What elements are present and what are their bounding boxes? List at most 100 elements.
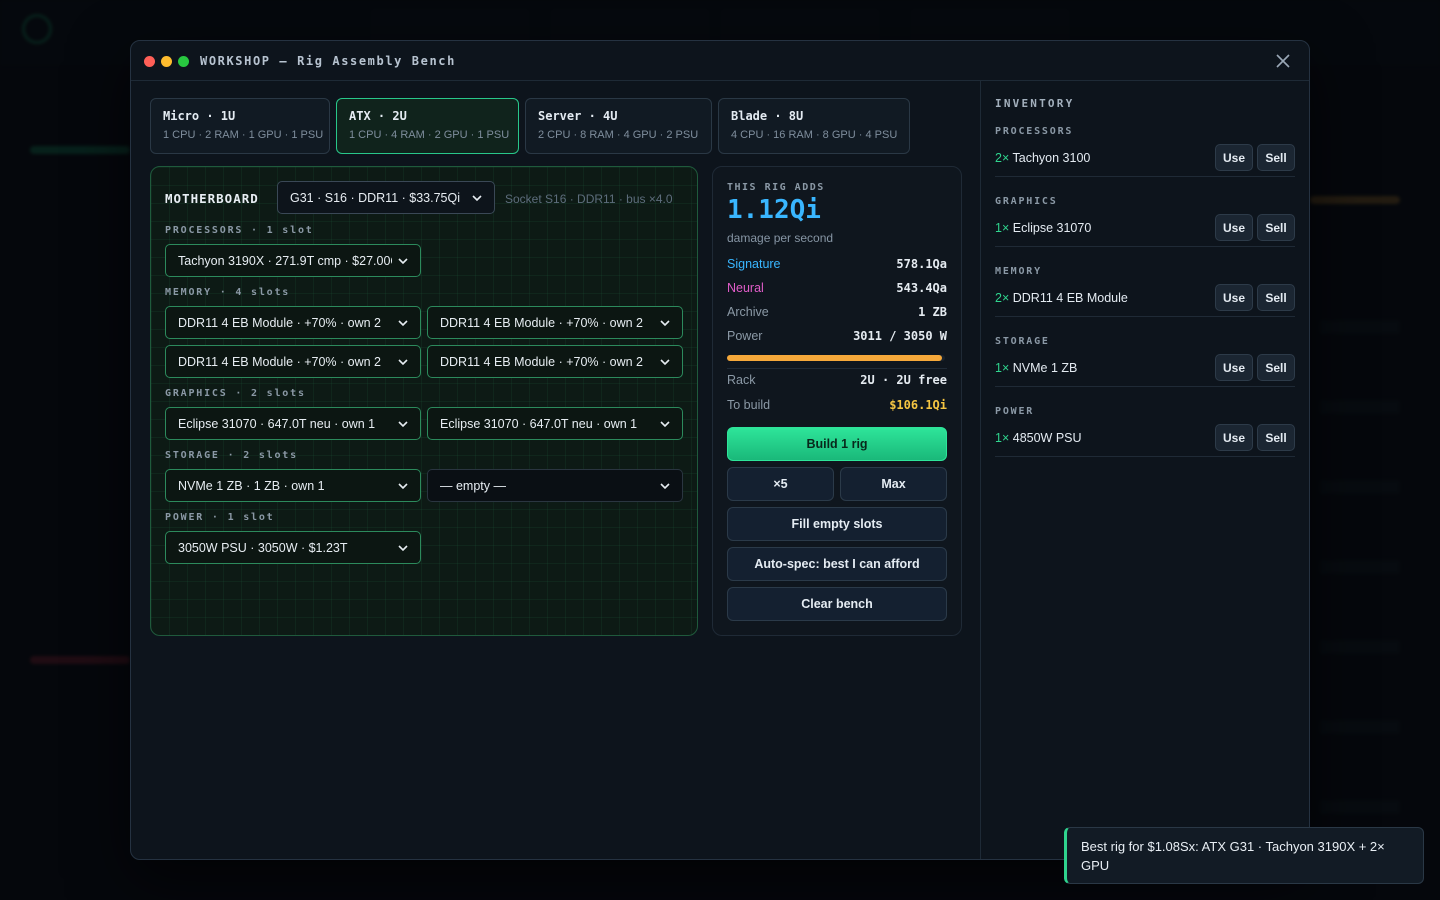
divider xyxy=(995,456,1295,457)
stat-label: Neural xyxy=(727,281,764,295)
window-minimize-dot[interactable] xyxy=(161,56,172,67)
use-button[interactable]: Use xyxy=(1215,144,1253,171)
inventory-item: 1× NVMe 1 ZB xyxy=(995,361,1077,375)
tab-name: Server · 4U xyxy=(538,109,618,123)
use-button[interactable]: Use xyxy=(1215,424,1253,451)
memory-slot-select[interactable]: DDR11 4 EB Module · +70% · own 2 xyxy=(165,345,421,378)
item-count: 1× xyxy=(995,221,1010,235)
stat-label: Power xyxy=(727,329,763,343)
sell-button[interactable]: Sell xyxy=(1257,354,1295,381)
divider xyxy=(995,316,1295,317)
inventory-category: GRAPHICS xyxy=(995,196,1058,207)
divider xyxy=(995,246,1295,247)
toast-notification: Best rig for $1.08Sx: ATX G31 · Tachyon … xyxy=(1064,827,1424,884)
storage-label: STORAGE · 2 slots xyxy=(165,450,298,461)
power-slot-select[interactable]: 3050W PSU · 3050W · $1.23T xyxy=(165,531,421,564)
use-button[interactable]: Use xyxy=(1215,214,1253,241)
tab-server[interactable]: Server · 4U 2 CPU · 8 RAM · 4 GPU · 2 PS… xyxy=(525,98,712,154)
graphics-slot-select[interactable]: Eclipse 31070 · 647.0T neu · own 1 xyxy=(165,407,421,440)
chevron-down-icon xyxy=(398,257,408,264)
slot-value: DDR11 4 EB Module · +70% · own 2 xyxy=(440,315,643,330)
stat-value: 578.1Qa xyxy=(896,257,947,271)
stats-header: THIS RIG ADDS xyxy=(727,182,825,193)
slot-value: 3050W PSU · 3050W · $1.23T xyxy=(178,540,348,555)
item-count: 1× xyxy=(995,431,1010,445)
rig-stats-panel: THIS RIG ADDS 1.12Qi damage per second S… xyxy=(712,166,962,636)
stat-label: Signature xyxy=(727,257,781,271)
fill-empty-slots-button[interactable]: Fill empty slots xyxy=(727,507,947,541)
use-button[interactable]: Use xyxy=(1215,354,1253,381)
inventory-item: 2× DDR11 4 EB Module xyxy=(995,291,1128,305)
use-button[interactable]: Use xyxy=(1215,284,1253,311)
assembly-bench: MOTHERBOARD G31 · S16 · DDR11 · $33.75Qi… xyxy=(150,166,698,636)
sell-button[interactable]: Sell xyxy=(1257,214,1295,241)
stat-neural: Neural 543.4Qa xyxy=(727,281,947,295)
sell-button[interactable]: Sell xyxy=(1257,424,1295,451)
item-name: Tachyon 3100 xyxy=(1012,151,1091,165)
motherboard-info: Socket S16 · DDR11 · bus ×4.0 xyxy=(505,192,673,206)
auto-spec-button[interactable]: Auto-spec: best I can afford xyxy=(727,547,947,581)
item-name: NVMe 1 ZB xyxy=(1012,361,1078,375)
build-rig-button[interactable]: Build 1 rig xyxy=(727,427,947,461)
slot-value: DDR11 4 EB Module · +70% · own 2 xyxy=(440,354,643,369)
dps-value: 1.12Qi xyxy=(727,195,821,225)
graphics-label: GRAPHICS · 2 slots xyxy=(165,388,306,399)
tab-micro[interactable]: Micro · 1U 1 CPU · 2 RAM · 1 GPU · 1 PSU xyxy=(150,98,330,154)
item-name: DDR11 4 EB Module xyxy=(1012,291,1128,305)
tab-name: Micro · 1U xyxy=(163,109,236,123)
slot-value: Eclipse 31070 · 647.0T neu · own 1 xyxy=(178,416,376,431)
slot-value: — empty — xyxy=(440,478,506,493)
chevron-down-icon xyxy=(398,482,408,489)
sell-button[interactable]: Sell xyxy=(1257,284,1295,311)
slot-value: DDR11 4 EB Module · +70% · own 2 xyxy=(178,315,381,330)
motherboard-label: MOTHERBOARD xyxy=(165,191,259,206)
close-button[interactable] xyxy=(1273,51,1293,71)
chevron-down-icon xyxy=(660,420,670,427)
tab-blade[interactable]: Blade · 8U 4 CPU · 16 RAM · 8 GPU · 4 PS… xyxy=(718,98,910,154)
memory-slot-select[interactable]: DDR11 4 EB Module · +70% · own 2 xyxy=(427,306,683,339)
sell-button[interactable]: Sell xyxy=(1257,144,1295,171)
item-name: Eclipse 31070 xyxy=(1012,221,1092,235)
close-icon xyxy=(1276,54,1290,68)
graphics-slot-select[interactable]: Eclipse 31070 · 647.0T neu · own 1 xyxy=(427,407,683,440)
inventory-title: INVENTORY xyxy=(995,97,1075,110)
stat-label: To build xyxy=(727,398,771,412)
motherboard-select[interactable]: G31 · S16 · DDR11 · $33.75Qi xyxy=(277,181,495,214)
window-maximize-dot[interactable] xyxy=(178,56,189,67)
stat-label: Rack xyxy=(727,373,756,387)
memory-slot-select[interactable]: DDR11 4 EB Module · +70% · own 2 xyxy=(427,345,683,378)
item-count: 2× xyxy=(995,151,1010,165)
chevron-down-icon xyxy=(398,544,408,551)
workshop-modal: WORKSHOP — Rig Assembly Bench Micro · 1U… xyxy=(130,40,1310,860)
clear-bench-button[interactable]: Clear bench xyxy=(727,587,947,621)
dps-subtitle: damage per second xyxy=(727,231,834,245)
storage-slot-select-empty[interactable]: — empty — xyxy=(427,469,683,502)
motherboard-select-value: G31 · S16 · DDR11 · $33.75Qi xyxy=(290,190,460,205)
chevron-down-icon xyxy=(398,319,408,326)
tab-spec: 1 CPU · 4 RAM · 2 GPU · 1 PSU xyxy=(349,129,510,141)
stat-signature: Signature 578.1Qa xyxy=(727,257,947,271)
window-close-dot[interactable] xyxy=(144,56,155,67)
tab-atx[interactable]: ATX · 2U 1 CPU · 4 RAM · 2 GPU · 1 PSU xyxy=(336,98,519,154)
storage-slot-select[interactable]: NVMe 1 ZB · 1 ZB · own 1 xyxy=(165,469,421,502)
divider xyxy=(727,368,947,369)
inventory-category: POWER xyxy=(995,406,1035,417)
slot-value: Tachyon 3190X · 271.9T cmp · $27.00Q xyxy=(178,253,392,268)
processors-label: PROCESSORS · 1 slot xyxy=(165,225,314,236)
stat-label: Archive xyxy=(727,305,769,319)
processor-slot-select[interactable]: Tachyon 3190X · 271.9T cmp · $27.00Q xyxy=(165,244,421,277)
power-usage-bar xyxy=(727,355,945,361)
build-x5-button[interactable]: ×5 xyxy=(727,467,834,501)
slot-value: Eclipse 31070 · 647.0T neu · own 1 xyxy=(440,416,638,431)
build-max-button[interactable]: Max xyxy=(840,467,947,501)
inventory-category: STORAGE xyxy=(995,336,1050,347)
tab-name: Blade · 8U xyxy=(731,109,804,123)
tab-spec: 4 CPU · 16 RAM · 8 GPU · 4 PSU xyxy=(731,129,898,141)
chevron-down-icon xyxy=(660,319,670,326)
divider xyxy=(995,176,1295,177)
slot-value: NVMe 1 ZB · 1 ZB · own 1 xyxy=(178,478,325,493)
chevron-down-icon xyxy=(398,358,408,365)
memory-label: MEMORY · 4 slots xyxy=(165,287,291,298)
memory-slot-select[interactable]: DDR11 4 EB Module · +70% · own 2 xyxy=(165,306,421,339)
chevron-down-icon xyxy=(472,194,482,201)
